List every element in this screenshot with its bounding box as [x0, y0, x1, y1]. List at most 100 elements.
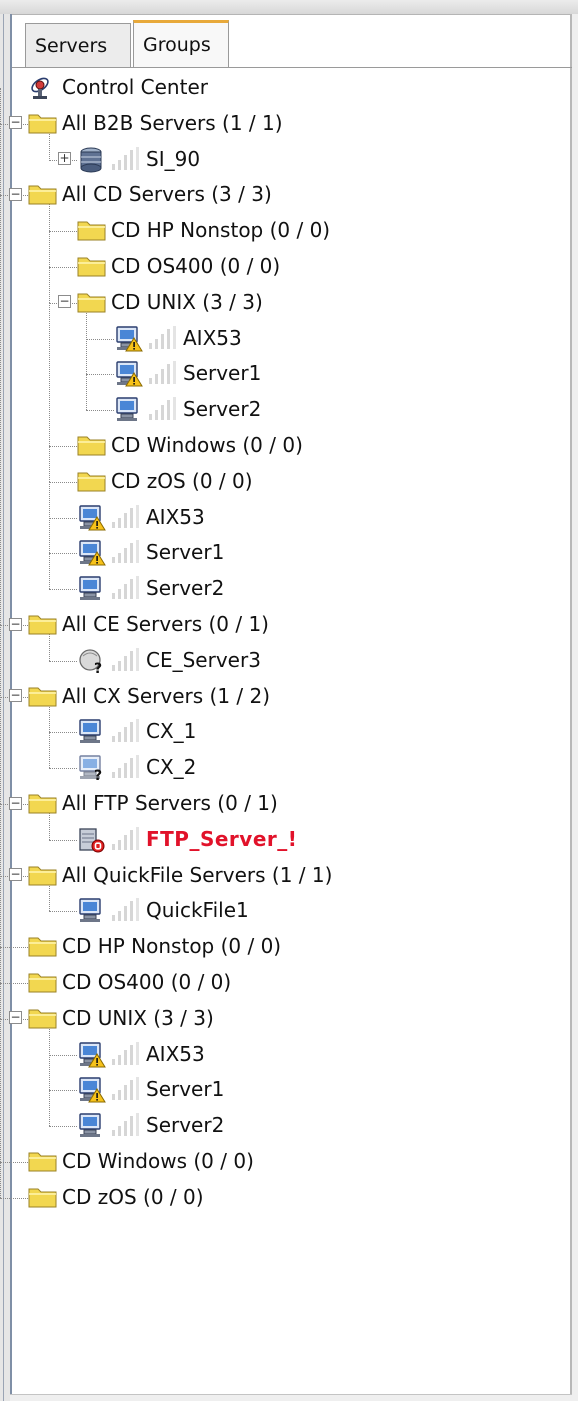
tree-node-label: All CE Servers (0 / 1) — [62, 612, 269, 636]
tree-node[interactable]: CX_1 — [77, 714, 196, 748]
tree-node[interactable]: CD Windows (0 / 0) — [77, 428, 303, 462]
tree-node[interactable]: AIX53 — [77, 1037, 205, 1071]
tree-node[interactable]: ? CX_2 — [77, 750, 196, 784]
tree-node[interactable]: ? CE_Server3 — [77, 643, 261, 677]
tree-node-label: AIX53 — [146, 1041, 205, 1066]
folder-icon — [77, 431, 107, 459]
tree-node[interactable]: Server1 — [114, 356, 261, 390]
server-unknown-icon: ? — [77, 753, 107, 781]
folder-icon — [28, 682, 58, 710]
collapse-icon[interactable]: − — [9, 116, 22, 130]
signal-strength-icon — [147, 325, 179, 351]
folder-icon — [28, 1147, 58, 1175]
tree-connector — [86, 338, 87, 375]
tree-node-label: CD HP Nonstop (0 / 0) — [111, 218, 331, 243]
tree-connector — [49, 589, 77, 591]
tree-node[interactable]: − All CE Servers (0 / 1) — [9, 607, 269, 641]
tree-node-label: CD Windows (0 / 0) — [111, 433, 303, 457]
folder-icon — [77, 252, 107, 280]
collapse-icon[interactable]: − — [9, 868, 22, 882]
tree-node[interactable]: QuickFile1 — [77, 893, 249, 927]
tree-node[interactable]: CD HP Nonstop (0 / 0) — [77, 213, 330, 247]
tree-connector — [0, 1018, 1, 1162]
folder-icon — [28, 932, 58, 960]
tree-node-label: Server1 — [146, 1077, 225, 1102]
tree-node[interactable]: − All FTP Servers (0 / 1) — [9, 786, 278, 820]
signal-strength-icon — [147, 396, 179, 422]
collapse-icon[interactable]: − — [9, 187, 22, 201]
server-icon — [114, 395, 144, 423]
tree-node[interactable]: CD zOS (0 / 0) — [28, 1180, 204, 1214]
tree-connector — [0, 123, 1, 196]
tree-node[interactable]: − All QuickFile Servers (1 / 1) — [9, 858, 332, 892]
collapse-icon[interactable]: − — [58, 295, 71, 309]
tree-node[interactable]: − All CD Servers (3 / 3) — [9, 177, 272, 211]
collapse-icon[interactable]: − — [9, 617, 22, 631]
tree-node[interactable]: FTP_Server_! — [77, 822, 297, 856]
tree-connector — [49, 231, 50, 267]
tree-connector — [0, 947, 1, 983]
folder-icon — [28, 610, 58, 638]
tree-node[interactable]: Server1 — [77, 535, 224, 569]
tree-connector — [0, 1197, 28, 1199]
tree-connector — [49, 445, 77, 447]
tree-node[interactable]: CD HP Nonstop (0 / 0) — [28, 929, 281, 963]
tree-connector — [49, 481, 50, 518]
tree-node[interactable]: Control Center — [28, 70, 208, 104]
tree-connector — [49, 1090, 77, 1092]
tree-connector — [0, 1161, 28, 1163]
tree-node[interactable]: − All CX Servers (1 / 2) — [9, 679, 270, 713]
control-center-icon — [28, 73, 58, 101]
tree-node[interactable]: CD zOS (0 / 0) — [77, 464, 253, 498]
tree-node[interactable]: CD Windows (0 / 0) — [28, 1144, 254, 1178]
server-icon — [77, 1111, 107, 1139]
tree-connector — [49, 266, 77, 268]
signal-strength-icon — [110, 718, 142, 744]
signal-strength-icon — [110, 146, 142, 172]
signal-strength-icon — [110, 647, 142, 673]
tree-node[interactable]: AIX53 — [77, 500, 205, 534]
tree-node[interactable]: Server2 — [114, 392, 261, 426]
tree-node-label: CD HP Nonstop (0 / 0) — [62, 934, 282, 959]
tree-connector — [49, 732, 50, 769]
tree-node[interactable]: AIX53 — [114, 321, 242, 355]
tree-node-label: AIX53 — [146, 504, 205, 529]
tree-node[interactable]: − All B2B Servers (1 / 1) — [9, 106, 283, 140]
tree-node[interactable]: CD OS400 (0 / 0) — [28, 965, 231, 999]
folder-icon — [28, 968, 58, 996]
tree-connector — [86, 338, 114, 340]
tree-connector — [49, 553, 50, 590]
tree-connector — [0, 982, 28, 984]
collapse-icon[interactable]: − — [9, 689, 22, 703]
tree-node-label: Server1 — [183, 361, 262, 386]
collapse-icon[interactable]: − — [9, 1011, 22, 1025]
signal-strength-icon — [110, 897, 142, 923]
tree-connector — [0, 624, 1, 697]
signal-strength-icon — [147, 360, 179, 386]
group-tree[interactable]: Control Center − All B2B Servers (1 / 1) + S… — [0, 0, 578, 1401]
tree-node[interactable]: Server2 — [77, 1108, 224, 1142]
tree-node-label: CD OS400 (0 / 0) — [62, 970, 232, 994]
folder-icon — [77, 288, 107, 316]
server-icon — [77, 896, 107, 924]
server-icon — [77, 717, 107, 745]
tree-node-label: All CD Servers (3 / 3) — [62, 182, 272, 207]
tree-node[interactable]: Server1 — [77, 1072, 224, 1106]
tree-node[interactable]: − CD UNIX (3 / 3) — [9, 1001, 214, 1035]
tree-node[interactable]: CD OS400 (0 / 0) — [77, 249, 280, 283]
tree-connector — [0, 947, 28, 949]
collapse-icon[interactable]: − — [9, 796, 22, 810]
tree-node[interactable]: − CD UNIX (3 / 3) — [58, 285, 263, 319]
folder-icon — [28, 1004, 58, 1032]
signal-strength-icon — [110, 1112, 142, 1138]
tree-node-label: CD zOS (0 / 0) — [111, 468, 253, 493]
tree-node[interactable]: + SI_90 — [58, 142, 200, 176]
tree-connector — [0, 803, 1, 876]
tree-node[interactable]: Server2 — [77, 571, 224, 605]
tree-node-label: All FTP Servers (0 / 1) — [62, 791, 278, 815]
expand-icon[interactable]: + — [58, 152, 71, 166]
ftp-server-error-icon — [77, 825, 107, 853]
tree-node-label: CD OS400 (0 / 0) — [111, 254, 281, 278]
tree-connector — [49, 445, 50, 482]
signal-strength-icon — [110, 539, 142, 565]
